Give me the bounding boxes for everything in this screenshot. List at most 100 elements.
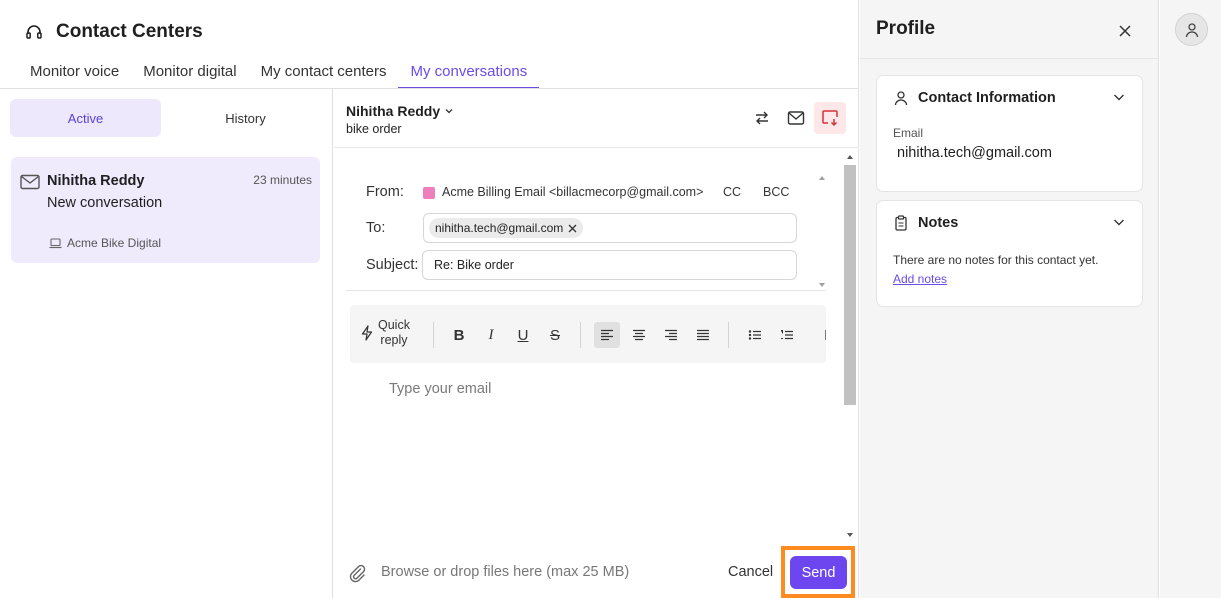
- email-body-editor[interactable]: Type your email: [389, 381, 491, 397]
- italic-button[interactable]: I: [478, 322, 504, 348]
- toolbar-separator: [433, 322, 434, 348]
- close-icon[interactable]: [568, 224, 577, 233]
- contact-information-header: Contact Information: [893, 90, 1056, 106]
- clipboard-icon: [893, 215, 909, 231]
- attach-files-dropzone[interactable]: Browse or drop files here (max 25 MB): [381, 564, 629, 580]
- person-icon: [1185, 22, 1199, 38]
- from-value[interactable]: Acme Billing Email <billacmecorp@gmail.c…: [442, 185, 703, 199]
- segment-history[interactable]: History: [170, 99, 321, 137]
- bcc-button[interactable]: BCC: [763, 185, 789, 199]
- paperclip-icon[interactable]: [347, 563, 367, 583]
- transfer-icon: [753, 109, 771, 127]
- to-field[interactable]: nihitha.tech@gmail.com: [423, 213, 797, 243]
- cancel-button[interactable]: Cancel: [728, 564, 773, 580]
- align-justify-button[interactable]: [690, 322, 716, 348]
- chevron-down-icon[interactable]: [1112, 90, 1126, 104]
- tab-monitor-digital[interactable]: Monitor digital: [131, 56, 248, 89]
- quick-reply-label-line2: reply: [380, 333, 408, 347]
- conversation-contact-name: Nihitha Reddy: [47, 173, 145, 189]
- subject-field[interactable]: [422, 250, 797, 280]
- contact-name: Nihitha Reddy: [346, 103, 441, 119]
- recipient-chip-label: nihitha.tech@gmail.com: [435, 221, 564, 235]
- right-rail: [1160, 0, 1221, 598]
- align-right-icon: [664, 329, 678, 341]
- contact-information-heading: Contact Information: [918, 90, 1056, 106]
- laptop-icon: [49, 237, 62, 249]
- quick-reply-label: Quick reply: [378, 318, 410, 348]
- lightning-icon: [360, 325, 374, 341]
- numbered-list-icon: [780, 329, 794, 341]
- conversation-channel-label: Acme Bike Digital: [67, 236, 162, 250]
- compose-mail-button[interactable]: [780, 102, 812, 134]
- align-justify-icon: [696, 329, 710, 341]
- transfer-button[interactable]: [746, 102, 778, 134]
- app-title: Contact Centers: [56, 21, 203, 42]
- chevron-down-icon: [444, 106, 454, 116]
- from-color-swatch: [423, 187, 435, 199]
- app-header: Contact Centers: [24, 18, 203, 46]
- divider: [334, 147, 859, 148]
- chevron-down-icon[interactable]: [1112, 215, 1126, 229]
- conversation-time: 23 minutes: [253, 173, 312, 187]
- end-conversation-button[interactable]: [814, 102, 846, 134]
- tab-my-conversations[interactable]: My conversations: [398, 56, 540, 89]
- align-center-icon: [632, 329, 646, 341]
- mail-icon: [20, 174, 40, 190]
- notes-header: Notes: [893, 215, 958, 231]
- conversation-channel: Acme Bike Digital: [49, 236, 161, 250]
- conversation-subtitle: New conversation: [47, 195, 163, 211]
- profile-panel: Profile Contact Information Email nihith…: [860, 0, 1159, 598]
- email-value: nihitha.tech@gmail.com: [897, 145, 1052, 161]
- headset-icon: [24, 22, 44, 42]
- subject-label: Subject:: [366, 257, 419, 273]
- send-button[interactable]: Send: [790, 556, 847, 589]
- tab-monitor-voice[interactable]: Monitor voice: [18, 56, 131, 89]
- formatting-toolbar: Quick reply B I U S: [350, 305, 826, 363]
- quick-reply-button[interactable]: Quick reply: [360, 318, 410, 348]
- email-label: Email: [893, 126, 924, 140]
- close-profile-button[interactable]: [1114, 20, 1136, 42]
- conversation-item[interactable]: Nihitha Reddy 23 minutes New conversatio…: [11, 157, 320, 263]
- cc-button[interactable]: CC: [723, 185, 741, 199]
- profile-title: Profile: [876, 18, 936, 39]
- from-label: From:: [366, 184, 404, 200]
- add-notes-link[interactable]: Add notes: [893, 272, 947, 286]
- more-formatting-icon[interactable]: [816, 322, 826, 348]
- notes-empty-text: There are no notes for this contact yet.: [893, 253, 1099, 267]
- mail-icon: [787, 110, 805, 126]
- conversation-pane: Nihitha Reddy bike order From: Acme Bill…: [334, 89, 859, 598]
- tab-my-contact-centers[interactable]: My contact centers: [249, 56, 399, 89]
- notes-heading: Notes: [918, 215, 959, 231]
- recipient-chip: nihitha.tech@gmail.com: [429, 218, 584, 238]
- pane-scrollbar-thumb[interactable]: [844, 165, 856, 405]
- close-icon: [1119, 25, 1131, 37]
- tab-bar: Monitor voice Monitor digital My contact…: [18, 56, 540, 89]
- contact-name-dropdown[interactable]: Nihitha Reddy: [346, 103, 454, 119]
- numbered-list-button[interactable]: [774, 322, 800, 348]
- email-header-fields: From: Acme Billing Email <billacmecorp@g…: [346, 149, 826, 291]
- contact-information-card: Contact Information Email nihitha.tech@g…: [876, 75, 1143, 192]
- conversation-list: Active History Nihitha Reddy 23 minutes …: [0, 89, 333, 598]
- align-center-button[interactable]: [626, 322, 652, 348]
- toolbar-separator: [580, 322, 581, 348]
- align-right-button[interactable]: [658, 322, 684, 348]
- align-left-button[interactable]: [594, 322, 620, 348]
- strikethrough-button[interactable]: S: [542, 322, 568, 348]
- underline-button[interactable]: U: [510, 322, 536, 348]
- notes-card: Notes There are no notes for this contac…: [876, 200, 1143, 307]
- person-icon: [893, 90, 909, 106]
- divider: [860, 58, 1159, 59]
- bullet-list-button[interactable]: [742, 322, 768, 348]
- toolbar-separator: [728, 322, 729, 348]
- main-panel: Contact Centers Monitor voice Monitor di…: [0, 0, 859, 598]
- align-left-icon: [600, 329, 614, 341]
- bold-button[interactable]: B: [446, 322, 472, 348]
- segment-active[interactable]: Active: [10, 99, 161, 137]
- bullet-list-icon: [748, 329, 762, 341]
- to-label: To:: [366, 220, 386, 236]
- quick-reply-label-line1: Quick: [378, 318, 410, 332]
- avatar[interactable]: [1175, 13, 1208, 46]
- fields-scrollbar[interactable]: [816, 169, 828, 289]
- conversation-topic: bike order: [346, 122, 402, 136]
- end-conversation-icon: [821, 109, 839, 127]
